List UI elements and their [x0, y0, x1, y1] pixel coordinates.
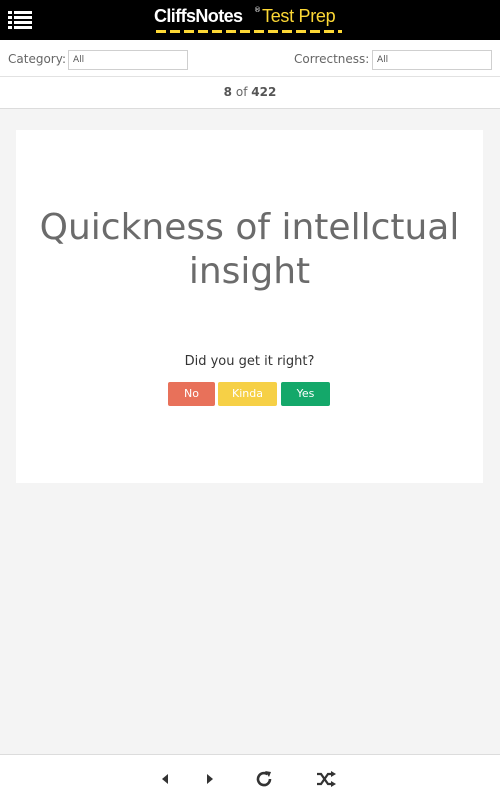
counter-of: of: [235, 85, 248, 99]
triangle-left-icon[interactable]: [153, 767, 177, 791]
list-menu-icon[interactable]: [8, 10, 32, 30]
flashcard[interactable]: Quickness of intellctual insight Did you…: [16, 130, 483, 483]
no-button[interactable]: No: [168, 382, 215, 406]
yes-button[interactable]: Yes: [281, 382, 330, 406]
logo-product: Test Prep: [262, 6, 336, 26]
registered-mark: ®: [254, 6, 261, 14]
category-select[interactable]: All: [68, 50, 188, 70]
correctness-select[interactable]: All: [372, 50, 492, 70]
kinda-button[interactable]: Kinda: [218, 382, 277, 406]
triangle-right-icon[interactable]: [198, 767, 222, 791]
correctness-label: Correctness:: [294, 52, 370, 66]
app-header: CliffsNotes ® Test Prep: [0, 0, 500, 40]
bottom-nav: [0, 754, 500, 800]
counter-current: 8: [223, 85, 233, 99]
refresh-icon[interactable]: [252, 767, 276, 791]
shuffle-icon[interactable]: [314, 767, 338, 791]
card-counter: 8 of 422: [0, 77, 500, 109]
logo-stripe: [156, 30, 342, 33]
filter-bar: Category: All Correctness: All: [0, 40, 500, 77]
logo-brand: CliffsNotes: [154, 6, 243, 26]
counter-total: 422: [251, 85, 277, 99]
flashcard-term: Quickness of intellctual insight: [39, 207, 460, 292]
category-label: Category:: [8, 52, 66, 66]
self-assessment-prompt: Did you get it right?: [184, 354, 315, 369]
cliffsnotes-logo: CliffsNotes ® Test Prep: [154, 4, 354, 36]
